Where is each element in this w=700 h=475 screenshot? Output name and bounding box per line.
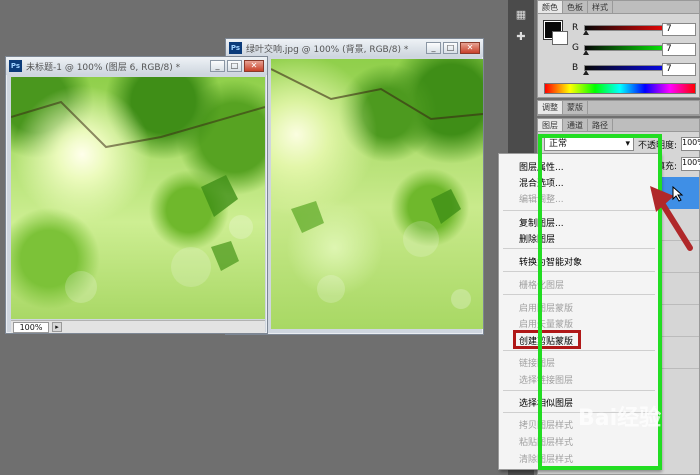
channel-r-value[interactable]: 7 — [662, 23, 696, 36]
photoshop-icon: Ps — [9, 60, 22, 72]
minimize-button[interactable]: _ — [210, 60, 225, 72]
doc1-titlebar[interactable]: Ps 未标题-1 @ 100% (图层 6, RGB/8) * _ □ ✕ — [6, 57, 267, 75]
cursor-icon — [672, 186, 684, 202]
channel-r-slider[interactable] — [584, 25, 674, 31]
tab-channels[interactable]: 通道 — [563, 119, 588, 131]
doc1-title: 未标题-1 @ 100% (图层 6, RGB/8) * — [26, 62, 181, 73]
maximize-button[interactable]: □ — [227, 60, 242, 72]
opacity-field[interactable]: 100% — [681, 137, 700, 151]
close-button[interactable]: ✕ — [244, 60, 264, 72]
fill-field[interactable]: 100% — [681, 157, 700, 171]
color-panel: 颜色 色板 样式 R 7 G 7 B 7 — [537, 0, 700, 98]
leaf-overlay — [271, 68, 483, 309]
color-spectrum-bar[interactable] — [544, 83, 696, 94]
minimize-button[interactable]: _ — [426, 42, 441, 54]
channel-g-slider[interactable] — [584, 45, 674, 51]
channel-b-label: B — [572, 63, 579, 73]
channel-g-thumb[interactable] — [583, 50, 589, 55]
zoom-field[interactable]: 100% — [13, 321, 49, 333]
channel-g-value[interactable]: 7 — [662, 43, 696, 56]
document-window-1[interactable]: Ps 未标题-1 @ 100% (图层 6, RGB/8) * _ □ ✕ 10… — [5, 56, 268, 334]
watermark: Bai经验 — [578, 406, 662, 431]
leaf-overlay — [11, 100, 265, 303]
doc2-title: 绿叶交响.jpg @ 100% (背景, RGB/8) * — [246, 44, 409, 55]
doc2-canvas[interactable] — [271, 59, 483, 329]
tab-paths[interactable]: 路径 — [588, 119, 613, 131]
adjustments-panel: 调整 蒙版 — [537, 100, 700, 116]
tool-icon-1[interactable]: ▦ — [513, 8, 529, 22]
close-button[interactable]: ✕ — [460, 42, 480, 54]
red-arrow-icon — [650, 186, 693, 251]
tab-swatches[interactable]: 色板 — [563, 1, 588, 13]
channel-b-value[interactable]: 7 — [662, 63, 696, 76]
tab-color[interactable]: 颜色 — [538, 1, 563, 13]
tool-icon-2[interactable]: ✚ — [513, 30, 529, 44]
channel-b-thumb[interactable] — [583, 70, 589, 75]
channel-r-label: R — [572, 23, 579, 33]
doc2-titlebar[interactable]: Ps 绿叶交响.jpg @ 100% (背景, RGB/8) * _ □ ✕ — [226, 39, 483, 57]
channel-b-slider[interactable] — [584, 65, 674, 71]
channel-g-label: G — [572, 43, 579, 53]
background-swatch[interactable] — [552, 31, 568, 45]
tab-layers[interactable]: 图层 — [538, 119, 563, 131]
tab-masks[interactable]: 蒙版 — [563, 101, 588, 114]
tab-adjustments[interactable]: 调整 — [538, 101, 563, 114]
doc1-canvas[interactable] — [11, 77, 265, 319]
photoshop-icon: Ps — [229, 42, 242, 54]
channel-r-thumb[interactable] — [583, 30, 589, 35]
tab-styles[interactable]: 样式 — [588, 1, 613, 13]
maximize-button[interactable]: □ — [443, 42, 458, 54]
doc1-statusbar: 100% ▸ — [11, 320, 265, 333]
status-menu-arrow-icon[interactable]: ▸ — [52, 322, 62, 332]
